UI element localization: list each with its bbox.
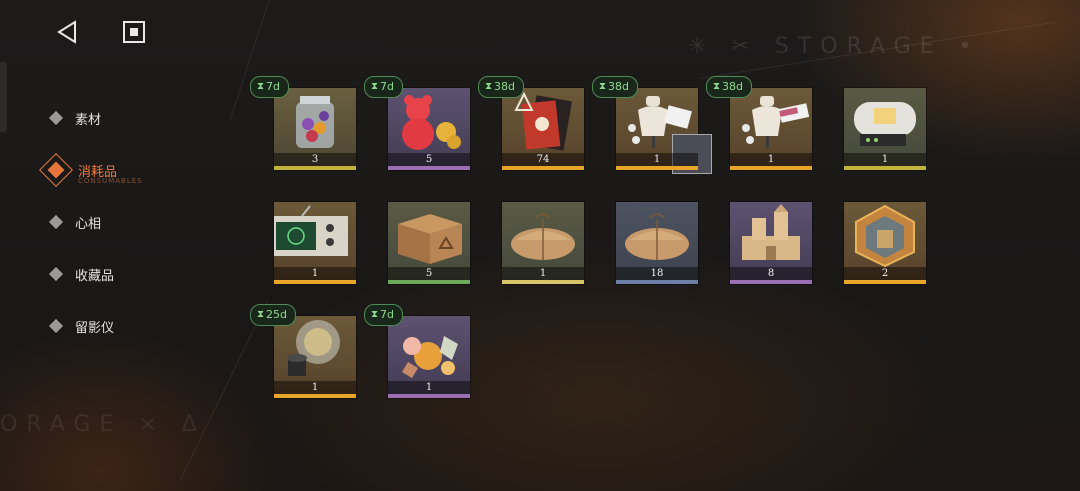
inventory-item[interactable]: 5 ⧗ 7d [364,76,470,170]
rarity-bar [844,166,926,170]
inventory-item[interactable]: 1 [502,202,584,284]
sandcastle-icon [742,204,800,260]
rarity-bar [616,166,698,170]
rarity-bar [388,280,470,284]
stop-button[interactable] [120,18,148,46]
timer-text: 7d [380,308,395,321]
inventory-item[interactable]: 1 [274,202,356,284]
item-count: 1 [388,381,470,394]
expiry-timer: ⧗ 7d [364,76,404,98]
expiry-timer: ⧗ 38d [592,76,639,98]
capsule-device-icon [854,102,916,146]
rarity-bar [502,280,584,284]
storage-watermark-bottom: ORAGE × Δ [0,412,206,437]
item-count: 1 [844,153,926,166]
fruit-gems-icon [402,336,458,378]
inventory-item[interactable]: 74 ⧗ 38d [478,76,584,170]
active-diamond-icon [39,153,73,187]
item-count: 8 [730,267,812,280]
inventory-item[interactable]: 18 [616,202,698,284]
inventory-item[interactable]: 1 ⧗ 38d [706,76,812,170]
expiry-timer: ⧗ 25d [250,304,297,326]
timer-text: 7d [266,80,281,93]
storage-watermark-top: ✳ ✂ STORAGE • [688,34,981,59]
timer-text: 38d [722,80,744,93]
expiry-timer: ⧗ 38d [478,76,525,98]
diamond-icon [48,110,64,126]
side-edge-tab [0,62,7,132]
item-count: 2 [844,267,926,280]
rarity-bar [388,394,470,398]
nav-item-label: 留影仪 [75,320,115,336]
back-triangle-icon [57,20,76,44]
expiry-timer: ⧗ 38d [706,76,753,98]
inventory-item[interactable]: 8 [730,202,812,284]
item-count: 18 [616,267,698,280]
inventory-item[interactable]: 5 [388,202,470,284]
inventory-item[interactable]: 1 ⧗ 7d [364,304,470,398]
hourglass-icon: ⧗ [371,81,379,92]
back-button[interactable] [53,18,81,46]
category-sidebar: 素材 消耗品 CONSUMABLES 心相 收藏品 留影仪 [39,92,210,352]
hourglass-icon: ⧗ [257,309,265,320]
timer-text: 25d [266,308,288,321]
nav-item-materials[interactable]: 素材 [40,92,210,144]
inventory-item[interactable]: 2 [844,202,926,284]
nav-item-psychube[interactable]: 心相 [40,196,210,248]
item-count: 1 [502,267,584,280]
retro-tv-icon [274,205,348,256]
hexagon-emblem-icon [855,204,915,268]
inventory-item[interactable]: 1 ⧗ 38d [592,76,712,174]
parcel-icon [511,213,575,260]
nav-item-consumables[interactable]: 消耗品 CONSUMABLES [39,144,210,196]
stop-square-icon [123,21,145,43]
rarity-bar [730,280,812,284]
expiry-timer: ⧗ 7d [364,304,404,326]
rarity-bar [274,394,356,398]
item-count: 5 [388,267,470,280]
item-count: 5 [388,153,470,166]
item-count: 1 [616,153,698,166]
rarity-bar [844,280,926,284]
nav-item-camera[interactable]: 留影仪 [40,300,210,352]
nav-item-label: 收藏品 [75,268,115,284]
rarity-bar [274,166,356,170]
item-count: 1 [274,267,356,280]
hourglass-icon: ⧗ [713,81,721,92]
wooden-crate-icon [398,214,462,264]
candy-jar-icon [296,96,334,148]
inventory-item[interactable]: 1 ⧗ 25d [250,304,356,398]
hourglass-icon: ⧗ [599,81,607,92]
rarity-bar [616,280,698,284]
inventory-item[interactable]: 3 ⧗ 7d [250,76,356,170]
rarity-bar [274,280,356,284]
item-count: 74 [502,153,584,166]
inventory-item[interactable]: 1 [844,88,926,170]
gummy-bear-icon [402,95,461,150]
timer-text: 38d [494,80,516,93]
item-count: 1 [730,153,812,166]
diamond-icon [48,214,64,230]
hourglass-icon: ⧗ [371,309,379,320]
rarity-bar [730,166,812,170]
item-count: 3 [274,153,356,166]
nav-item-collectibles[interactable]: 收藏品 [40,248,210,300]
hourglass-icon: ⧗ [485,81,493,92]
diamond-icon [48,266,64,282]
timer-text: 38d [608,80,630,93]
diamond-icon [48,318,64,334]
expiry-timer: ⧗ 7d [250,76,290,98]
rarity-bar [502,166,584,170]
hourglass-icon: ⧗ [257,81,265,92]
timer-text: 7d [380,80,395,93]
item-count: 1 [274,381,356,394]
nav-item-label: 素材 [75,112,102,128]
nav-item-label: 心相 [75,216,102,232]
rarity-bar [388,166,470,170]
parcel-icon [625,213,689,260]
nav-item-sublabel: CONSUMABLES [78,177,143,185]
